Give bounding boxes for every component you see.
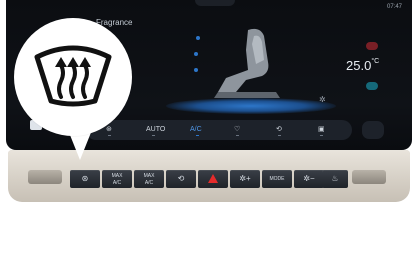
temperature-value: 25.0 bbox=[346, 58, 372, 73]
fan-minus-button[interactable]: ✲− bbox=[294, 170, 324, 188]
front-defrost-label-top: MAX bbox=[143, 173, 155, 179]
strip-indicator bbox=[236, 135, 239, 136]
hvac-illustration: 07:47 Fragrance 25.0°C ✲ ⊛ AUTO A/C ♡ ⟲ … bbox=[0, 0, 418, 261]
mode-label: MODE bbox=[269, 176, 285, 182]
front-defrost-label-bottom: A/C bbox=[144, 180, 154, 186]
left-vent[interactable] bbox=[28, 170, 62, 184]
right-vent[interactable] bbox=[352, 170, 386, 184]
settings-button[interactable] bbox=[362, 121, 384, 139]
airflow-indicator-1 bbox=[196, 36, 200, 40]
recirculation-button[interactable]: ⟲ bbox=[166, 170, 196, 188]
temp-up-button[interactable] bbox=[366, 42, 378, 50]
mode-button[interactable]: MODE bbox=[262, 170, 292, 188]
airflow-indicator-2 bbox=[194, 52, 198, 56]
strip-indicator bbox=[320, 135, 323, 136]
airflow-indicator-3 bbox=[194, 68, 198, 72]
strip-indicator bbox=[108, 135, 111, 136]
strip-indicator bbox=[196, 135, 199, 136]
front-defrost-button[interactable]: MAX A/C bbox=[134, 170, 164, 188]
seat-heat-icon: ♨ bbox=[331, 174, 339, 183]
strip-indicator bbox=[152, 135, 155, 136]
temp-down-button[interactable] bbox=[366, 82, 378, 90]
max-ac-label-top: MAX bbox=[111, 173, 123, 179]
seat-heat-button[interactable]: ♨ bbox=[322, 170, 348, 188]
hazard-button[interactable] bbox=[198, 170, 228, 188]
hazard-icon bbox=[208, 174, 218, 183]
rear-defrost-button[interactable]: ⊛ bbox=[70, 170, 100, 188]
recirculation-icon: ⟲ bbox=[177, 174, 185, 183]
screen-handle bbox=[195, 0, 235, 6]
seat-climate-area bbox=[156, 20, 336, 114]
seat-glow bbox=[166, 98, 336, 114]
temperature-control: 25.0°C bbox=[344, 42, 400, 98]
rear-defrost-icon: ⊛ bbox=[81, 174, 89, 183]
auto-button[interactable]: AUTO bbox=[146, 124, 165, 136]
callout-bubble bbox=[14, 18, 132, 136]
fan-minus-icon: ✲− bbox=[303, 174, 315, 183]
climate-control-strip: ⊛ AUTO A/C ♡ ⟲ ▣ bbox=[86, 120, 352, 140]
fan-plus-icon: ✲+ bbox=[239, 174, 251, 183]
clock: 07:47 bbox=[386, 4, 402, 10]
rear-window-defroster-icon bbox=[34, 45, 112, 107]
temperature-display: 25.0°C bbox=[346, 58, 379, 73]
max-ac-button[interactable]: MAX A/C bbox=[102, 170, 132, 188]
temperature-unit: °C bbox=[371, 58, 380, 65]
max-ac-label-bottom: A/C bbox=[112, 180, 122, 186]
strip-indicator bbox=[278, 135, 281, 136]
fan-icon: ✲ bbox=[319, 95, 326, 104]
fan-plus-button[interactable]: ✲+ bbox=[230, 170, 260, 188]
